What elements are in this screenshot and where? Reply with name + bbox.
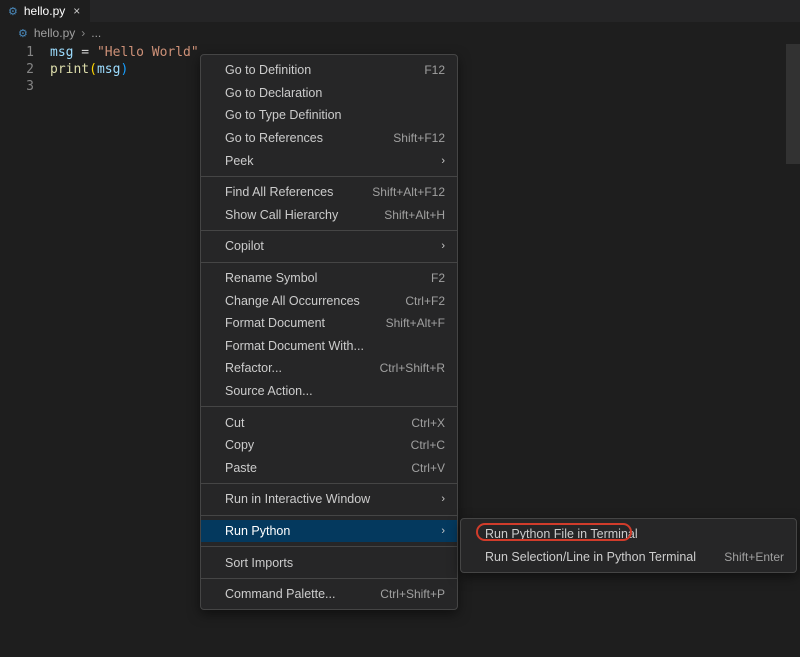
python-icon: ⚙ <box>8 5 18 18</box>
menu-refactor[interactable]: Refactor...Ctrl+Shift+R <box>201 357 457 380</box>
menu-peek[interactable]: Peek› <box>201 149 457 172</box>
chevron-right-icon: › <box>441 155 445 167</box>
submenu-run-file-terminal[interactable]: Run Python File in Terminal <box>461 523 796 546</box>
breadcrumb-rest: ... <box>91 26 101 40</box>
menu-sort-imports[interactable]: Sort Imports <box>201 551 457 574</box>
menu-separator <box>201 578 457 579</box>
breadcrumb[interactable]: ⚙ hello.py › ... <box>0 22 800 44</box>
menu-source-action[interactable]: Source Action... <box>201 380 457 403</box>
menu-separator <box>201 262 457 263</box>
menu-separator <box>201 230 457 231</box>
chevron-right-icon: › <box>441 525 445 537</box>
editor-tab[interactable]: ⚙ hello.py × <box>0 0 90 22</box>
menu-separator <box>201 546 457 547</box>
menu-change-all-occurrences[interactable]: Change All OccurrencesCtrl+F2 <box>201 289 457 312</box>
scrollbar[interactable] <box>786 44 800 164</box>
menu-go-to-type-definition[interactable]: Go to Type Definition <box>201 104 457 127</box>
menu-go-to-definition[interactable]: Go to DefinitionF12 <box>201 59 457 82</box>
menu-copilot[interactable]: Copilot› <box>201 235 457 258</box>
tab-filename: hello.py <box>24 4 65 18</box>
menu-show-call-hierarchy[interactable]: Show Call HierarchyShift+Alt+H <box>201 204 457 227</box>
menu-separator <box>201 176 457 177</box>
menu-go-to-references[interactable]: Go to ReferencesShift+F12 <box>201 127 457 150</box>
menu-format-document-with[interactable]: Format Document With... <box>201 335 457 358</box>
chevron-right-icon: › <box>441 240 445 252</box>
context-menu: Go to DefinitionF12 Go to Declaration Go… <box>200 54 458 610</box>
code-line[interactable]: print(msg) <box>50 61 128 78</box>
menu-separator <box>201 406 457 407</box>
menu-go-to-declaration[interactable]: Go to Declaration <box>201 82 457 105</box>
code-line[interactable]: msg = "Hello World" <box>50 44 199 61</box>
tab-bar: ⚙ hello.py × <box>0 0 800 22</box>
menu-run-interactive[interactable]: Run in Interactive Window› <box>201 488 457 511</box>
menu-paste[interactable]: PasteCtrl+V <box>201 457 457 480</box>
menu-command-palette[interactable]: Command Palette...Ctrl+Shift+P <box>201 583 457 606</box>
menu-cut[interactable]: CutCtrl+X <box>201 411 457 434</box>
menu-rename-symbol[interactable]: Rename SymbolF2 <box>201 267 457 290</box>
menu-format-document[interactable]: Format DocumentShift+Alt+F <box>201 312 457 335</box>
menu-separator <box>201 515 457 516</box>
python-icon: ⚙ <box>18 27 28 40</box>
chevron-right-icon: › <box>81 26 85 40</box>
menu-copy[interactable]: CopyCtrl+C <box>201 434 457 457</box>
menu-run-python[interactable]: Run Python› <box>201 520 457 543</box>
context-submenu: Run Python File in Terminal Run Selectio… <box>460 518 797 573</box>
line-number: 3 <box>0 78 50 95</box>
breadcrumb-file: hello.py <box>34 26 75 40</box>
line-number: 2 <box>0 61 50 78</box>
chevron-right-icon: › <box>441 493 445 505</box>
menu-find-all-references[interactable]: Find All ReferencesShift+Alt+F12 <box>201 181 457 204</box>
close-icon[interactable]: × <box>71 4 82 18</box>
submenu-run-selection-terminal[interactable]: Run Selection/Line in Python TerminalShi… <box>461 546 796 569</box>
line-number: 1 <box>0 44 50 61</box>
menu-separator <box>201 483 457 484</box>
